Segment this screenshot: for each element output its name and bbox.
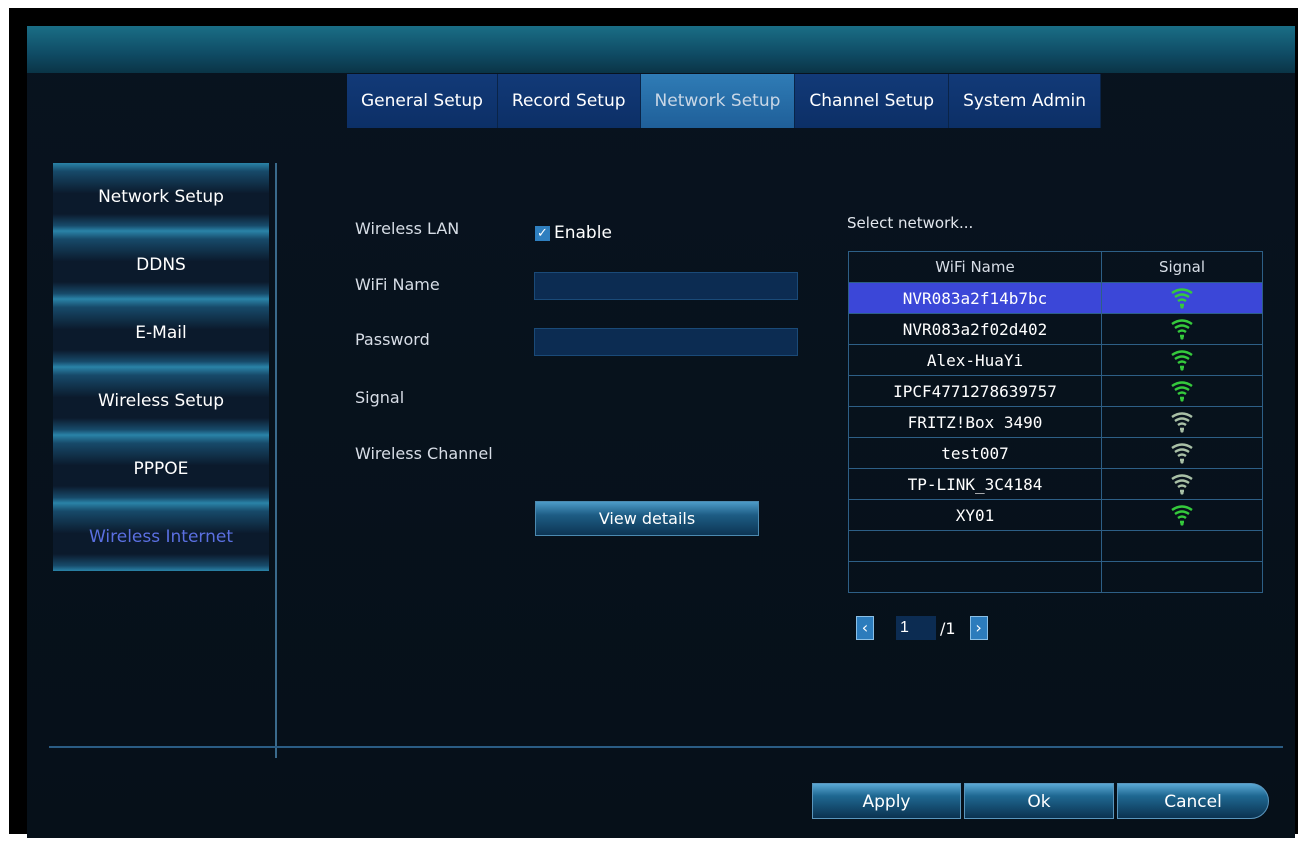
wifi-name-input[interactable] <box>534 272 798 300</box>
dvr-screen: General Setup Record Setup Network Setup… <box>27 26 1295 838</box>
sidebar-item-ddns[interactable]: DDNS <box>53 231 269 299</box>
sidebar-item-wireless-setup[interactable]: Wireless Setup <box>53 367 269 435</box>
table-row[interactable]: Alex-HuaYi <box>848 344 1263 376</box>
sidebar-item-email[interactable]: E-Mail <box>53 299 269 367</box>
wifi-name-cell: FRITZ!Box 3490 <box>848 406 1102 438</box>
table-header-row: WiFi Name Signal <box>848 251 1263 283</box>
wifi-name-cell: XY01 <box>848 499 1102 531</box>
wireless-channel-label: Wireless Channel <box>355 444 493 463</box>
table-row[interactable]: TP-LINK_3C4184 <box>848 468 1263 500</box>
wifi-strong-icon <box>1171 505 1193 526</box>
next-page-button[interactable]: › <box>969 616 988 640</box>
wireless-lan-label: Wireless LAN <box>355 219 460 238</box>
top-bar <box>27 26 1295 73</box>
signal-cell <box>1101 530 1263 562</box>
tab-network-setup[interactable]: Network Setup <box>640 74 796 128</box>
select-network-title: Select network... <box>847 214 974 232</box>
tab-general-setup[interactable]: General Setup <box>347 74 498 128</box>
sidebar-item-wireless-internet[interactable]: Wireless Internet <box>53 503 269 571</box>
table-row[interactable]: IPCF4771278639757 <box>848 375 1263 407</box>
col-header-wifi-name: WiFi Name <box>848 251 1102 283</box>
password-label: Password <box>355 330 430 349</box>
password-input[interactable] <box>534 328 798 356</box>
page-total: /1 <box>940 618 956 638</box>
wifi-medium-icon <box>1171 474 1193 495</box>
page-number-input[interactable] <box>896 616 936 640</box>
wifi-medium-icon <box>1171 443 1193 464</box>
wifi-strong-icon <box>1171 381 1193 402</box>
wifi-strong-icon <box>1171 350 1193 371</box>
signal-cell <box>1101 406 1263 438</box>
table-row[interactable] <box>848 530 1263 562</box>
wifi-name-cell <box>848 530 1102 562</box>
pager: ‹ /1 › <box>856 616 988 640</box>
table-row[interactable]: test007 <box>848 437 1263 469</box>
table-row[interactable]: NVR083a2f02d402 <box>848 313 1263 345</box>
wifi-name-cell: Alex-HuaYi <box>848 344 1102 376</box>
ok-button[interactable]: Ok <box>964 783 1114 819</box>
sidebar-divider <box>275 163 277 758</box>
signal-cell <box>1101 282 1263 314</box>
table-row[interactable]: NVR083a2f14b7bc <box>848 282 1263 314</box>
sidebar: Network Setup DDNS E-Mail Wireless Setup… <box>53 163 269 571</box>
window-frame: General Setup Record Setup Network Setup… <box>9 8 1298 838</box>
enable-label: Enable <box>554 223 612 243</box>
table-row[interactable]: XY01 <box>848 499 1263 531</box>
wifi-strong-icon <box>1171 288 1193 309</box>
signal-cell <box>1101 375 1263 407</box>
signal-cell <box>1101 344 1263 376</box>
sidebar-item-pppoe[interactable]: PPPOE <box>53 435 269 503</box>
tab-channel-setup[interactable]: Channel Setup <box>795 74 950 128</box>
view-details-button[interactable]: View details <box>535 501 759 536</box>
wifi-strong-icon <box>1171 319 1193 340</box>
wifi-name-cell: TP-LINK_3C4184 <box>848 468 1102 500</box>
enable-checkbox[interactable]: ✓ Enable <box>535 223 612 243</box>
prev-page-button[interactable]: ‹ <box>856 616 874 640</box>
signal-cell <box>1101 468 1263 500</box>
tab-system-admin[interactable]: System Admin <box>949 74 1102 128</box>
signal-label: Signal <box>355 388 405 407</box>
wifi-medium-icon <box>1171 412 1193 433</box>
table-row[interactable] <box>848 561 1263 593</box>
wifi-name-cell: test007 <box>848 437 1102 469</box>
col-header-signal: Signal <box>1101 251 1263 283</box>
table-row[interactable]: FRITZ!Box 3490 <box>848 406 1263 438</box>
wifi-name-cell: IPCF4771278639757 <box>848 375 1102 407</box>
network-table: WiFi Name Signal NVR083a2f14b7bc NVR083a2… <box>848 251 1263 593</box>
signal-cell <box>1101 437 1263 469</box>
signal-cell <box>1101 561 1263 593</box>
wifi-name-cell <box>848 561 1102 593</box>
check-icon: ✓ <box>535 225 550 241</box>
top-tab-bar: General Setup Record Setup Network Setup… <box>347 74 1102 128</box>
tab-record-setup[interactable]: Record Setup <box>497 74 641 128</box>
wifi-name-cell: NVR083a2f14b7bc <box>848 282 1102 314</box>
bottom-divider <box>49 746 1283 748</box>
apply-button[interactable]: Apply <box>812 783 961 819</box>
cancel-button[interactable]: Cancel <box>1117 783 1269 819</box>
wifi-name-label: WiFi Name <box>355 275 440 294</box>
signal-cell <box>1101 499 1263 531</box>
chevron-left-icon: ‹ <box>861 618 869 637</box>
sidebar-item-network-setup[interactable]: Network Setup <box>53 163 269 231</box>
wifi-name-cell: NVR083a2f02d402 <box>848 313 1102 345</box>
chevron-right-icon: › <box>975 618 982 637</box>
signal-cell <box>1101 313 1263 345</box>
